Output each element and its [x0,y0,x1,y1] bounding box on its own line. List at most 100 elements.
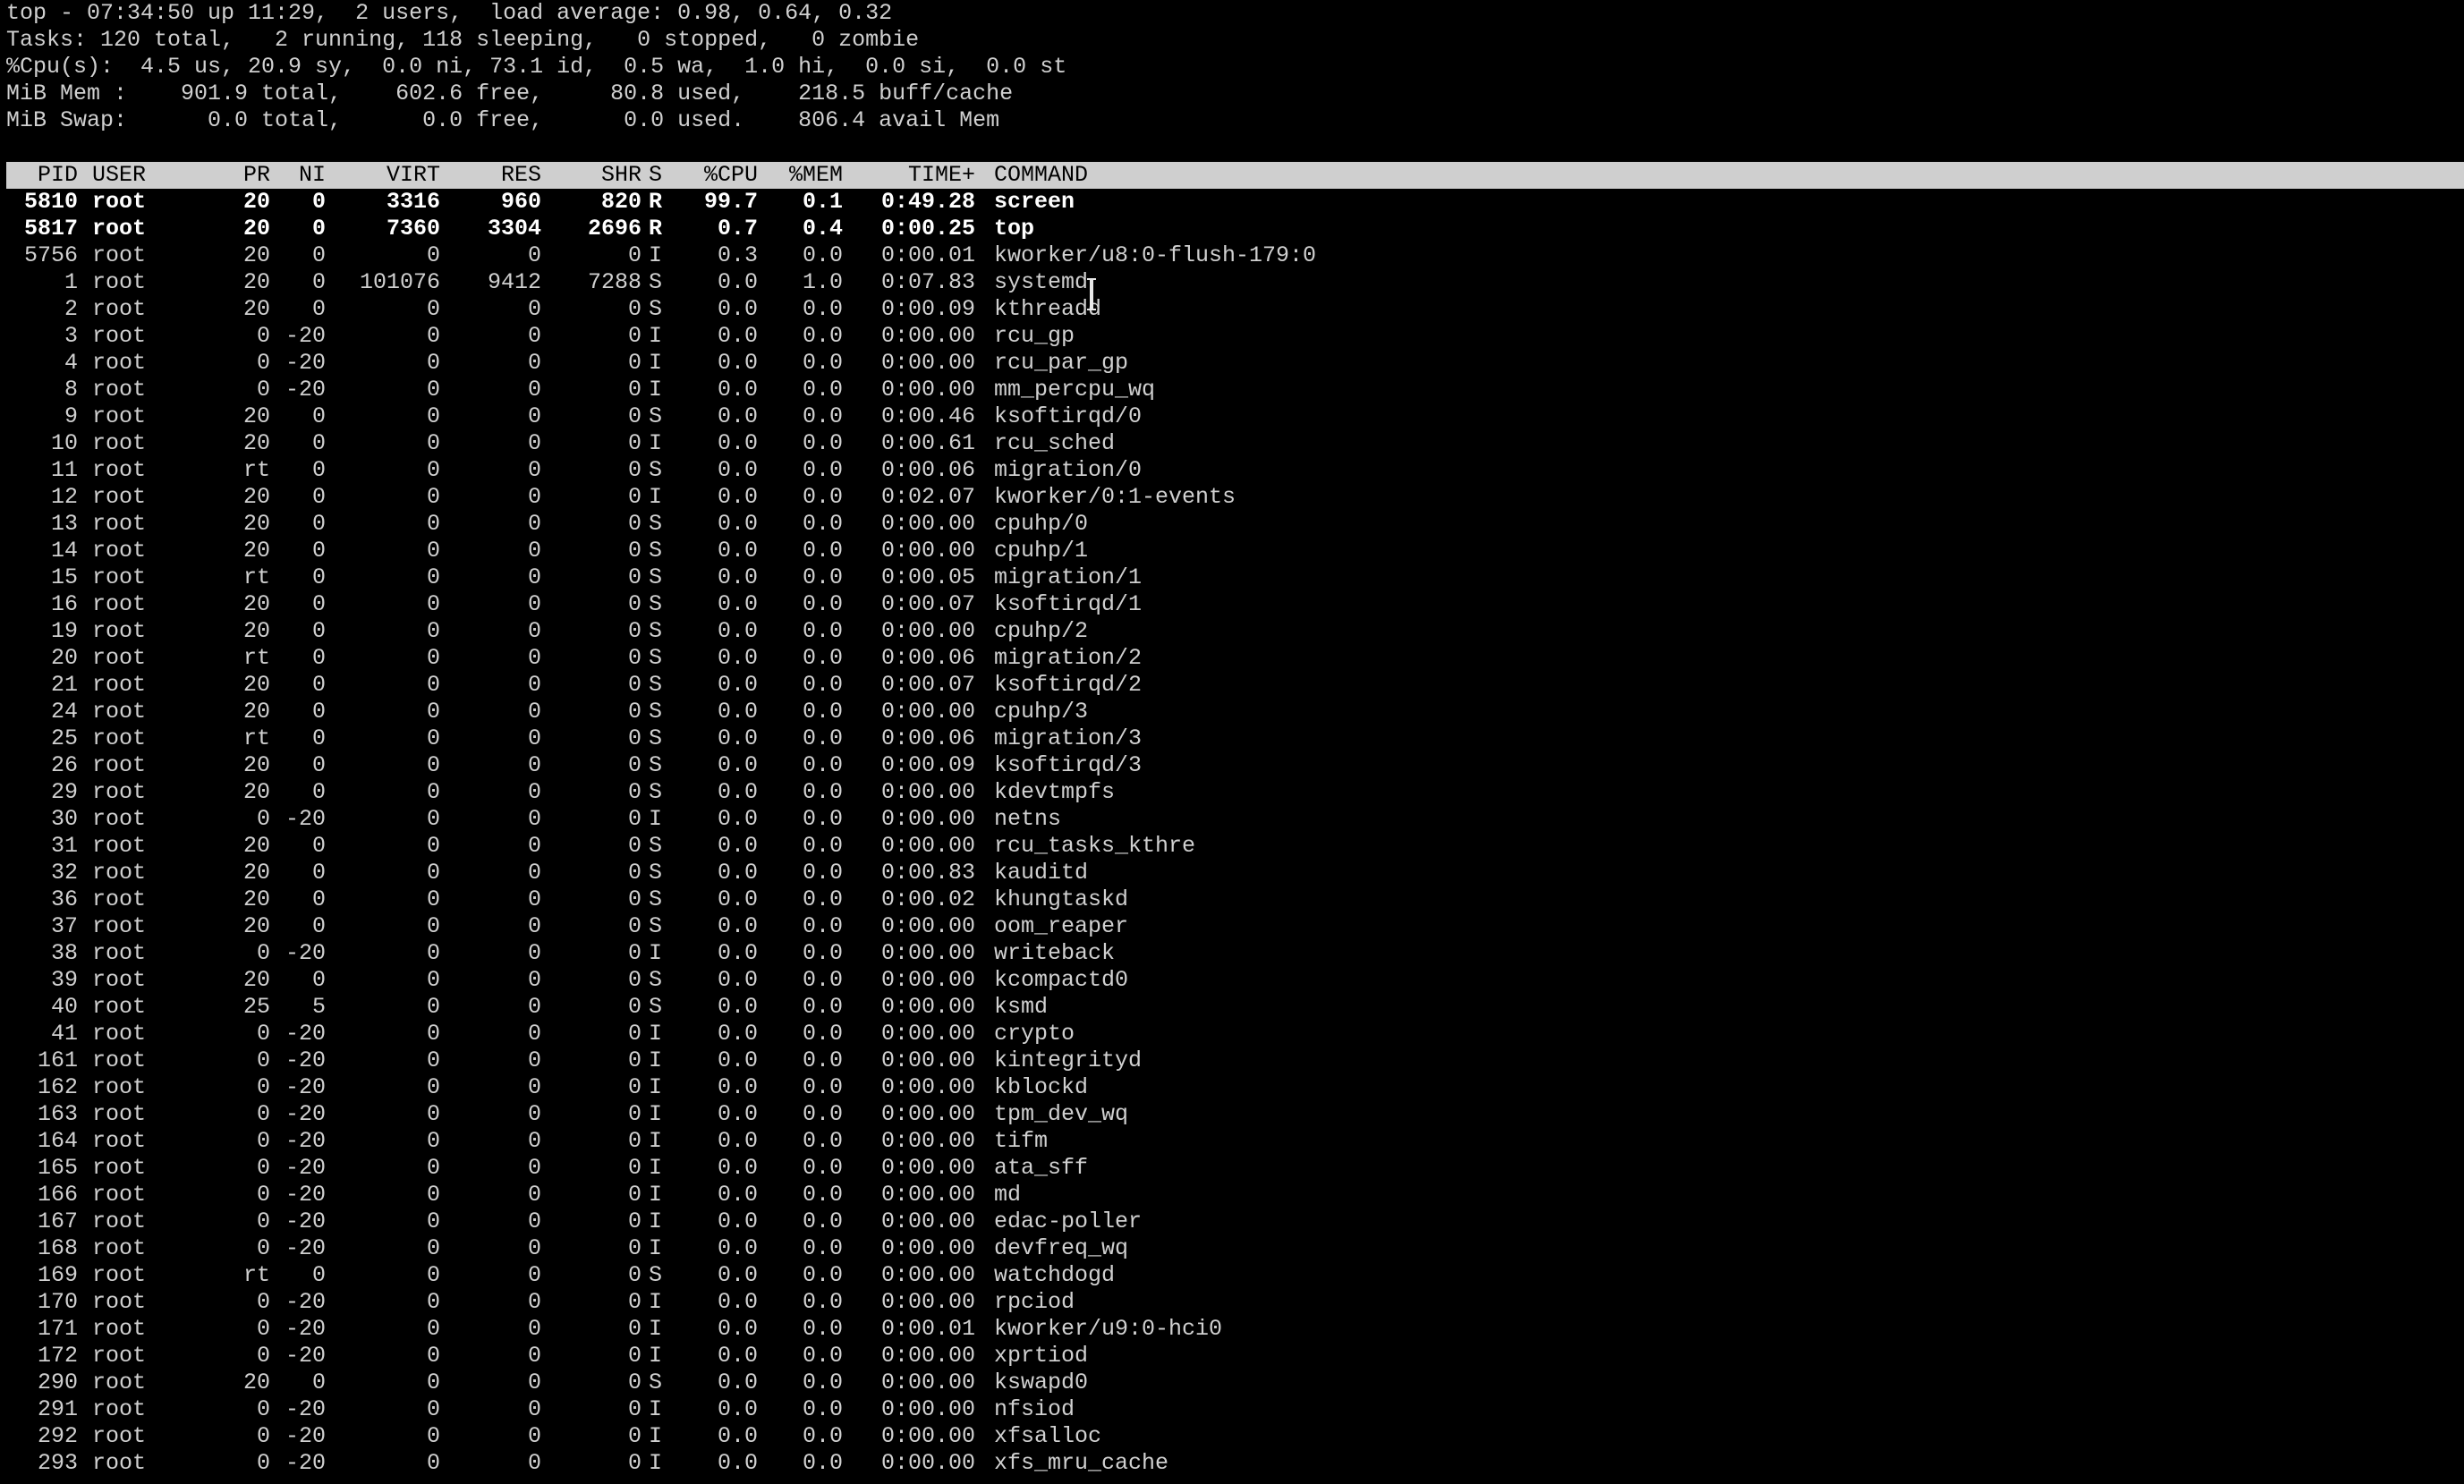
cell-command: kdevtmpfs [994,779,1116,805]
cell-res: 0 [527,538,541,564]
cell-res: 0 [527,377,541,403]
cell-pr: 0 [256,1021,270,1047]
column-header-mem: %MEM [788,162,843,188]
cell-ni: 0 [311,725,326,751]
cell-pid: 12 [50,484,78,510]
cell-shr: 0 [627,296,641,322]
cell-cpu: 0.0 [717,994,758,1020]
cell-mem: 0.0 [802,1128,843,1154]
cell-user: root [92,1450,147,1476]
cell-virt: 0 [426,1423,440,1449]
column-header-command: COMMAND [994,162,1089,188]
cell-time: 0:00.02 [880,886,975,912]
terminal-window[interactable]: top - 07:34:50 up 11:29, 2 users, load a… [0,0,2464,1484]
cell-cpu: 0.0 [717,833,758,859]
cell-res: 0 [527,430,541,456]
process-row: 31 root 20 0 0 0 0 S 0.0 0.0 0:00.00 rcu_tasks_kthr… [6,833,2464,860]
cell-pr: 0 [256,1074,270,1100]
cell-res: 0 [527,1182,541,1208]
cell-time: 0:00.07 [880,672,975,698]
cell-res: 0 [527,1128,541,1154]
cell-pr: 20 [242,913,270,939]
cell-pr: 0 [256,1047,270,1073]
cell-mem: 0.0 [802,1155,843,1181]
cell-pr: 20 [242,538,270,564]
cell-shr: 0 [627,672,641,698]
cell-cpu: 0.0 [717,1128,758,1154]
cell-pid: 29 [50,779,78,805]
cell-pr: 20 [242,618,270,644]
cell-time: 0:49.28 [880,189,975,215]
cell-mem: 0.0 [802,484,843,510]
process-row: 30 root 0 -20 0 0 0 I 0.0 0.0 0:00.00 netns [6,806,2464,833]
cell-res: 0 [527,913,541,939]
cell-time: 0:00.00 [880,511,975,537]
cell-pr: 0 [256,1423,270,1449]
cell-pid: 170 [37,1289,78,1315]
cell-res: 0 [527,940,541,966]
cell-cpu: 0.0 [717,752,758,778]
cell-res: 0 [527,242,541,268]
cell-shr: 0 [627,564,641,590]
cell-mem: 0.0 [802,1450,843,1476]
cell-pid: 40 [50,994,78,1020]
cell-ni: 0 [311,1370,326,1395]
cell-pr: 0 [256,1396,270,1422]
cell-time: 0:00.61 [880,430,975,456]
cell-user: root [92,913,147,939]
cell-user: root [92,564,147,590]
cell-user: root [92,1208,147,1234]
process-row: 290 root 20 0 0 0 0 S 0.0 0.0 0:00.00 kswapd0 [6,1370,2464,1396]
cell-user: root [92,833,147,859]
cell-shr: 0 [627,457,641,483]
cell-pr: 0 [256,377,270,403]
cell-command: cpuhp/3 [994,699,1089,725]
cell-ni: -20 [285,1423,326,1449]
cell-mem: 0.0 [802,752,843,778]
cell-pr: 0 [256,1208,270,1234]
cell-user: root [92,216,147,242]
process-row: 168 root 0 -20 0 0 0 I 0.0 0.0 0:00.00 devfreq_wq [6,1235,2464,1262]
cell-shr: 0 [627,752,641,778]
cell-pr: 25 [242,994,270,1020]
cell-res: 0 [527,1021,541,1047]
cell-state: I [649,1423,663,1449]
cell-virt: 0 [426,430,440,456]
cell-pr: rt [242,725,270,751]
column-header-ni: NI [298,162,326,188]
cell-shr: 820 [600,189,641,215]
cell-virt: 3316 [386,189,440,215]
cell-time: 0:00.07 [880,591,975,617]
cell-pr: 20 [242,967,270,993]
cell-mem: 0.0 [802,564,843,590]
cell-shr: 0 [627,779,641,805]
cell-ni: 0 [311,296,326,322]
cell-mem: 0.0 [802,1316,843,1342]
process-row: 293 root 0 -20 0 0 0 I 0.0 0.0 0:00.00 xfs_mru_cach… [6,1450,2464,1477]
process-row: 8 root 0 -20 0 0 0 I 0.0 0.0 0:00.00 mm_percpu_wq [6,377,2464,403]
cell-pid: 36 [50,886,78,912]
cell-command: ksoftirqd/2 [994,672,1143,698]
cell-shr: 0 [627,1343,641,1369]
cell-res: 0 [527,1423,541,1449]
cell-ni: 0 [311,457,326,483]
cell-virt: 0 [426,484,440,510]
cell-user: root [92,725,147,751]
cell-time: 0:00.05 [880,564,975,590]
cell-ni: 0 [311,538,326,564]
cell-res: 0 [527,1047,541,1073]
cell-user: root [92,1316,147,1342]
cell-command: migration/1 [994,564,1143,590]
cell-shr: 0 [627,430,641,456]
cell-state: I [649,430,663,456]
cell-pr: 20 [242,1370,270,1395]
cell-pr: 0 [256,806,270,832]
cell-res: 0 [527,403,541,429]
process-row: 2 root 20 0 0 0 0 S 0.0 0.0 0:00.09 kthreadd [6,296,2464,323]
cell-res: 0 [527,1396,541,1422]
cell-virt: 7360 [386,216,440,242]
cell-mem: 0.0 [802,296,843,322]
cell-virt: 101076 [359,269,440,295]
cell-pid: 5756 [23,242,78,268]
cell-time: 0:00.00 [880,1021,975,1047]
